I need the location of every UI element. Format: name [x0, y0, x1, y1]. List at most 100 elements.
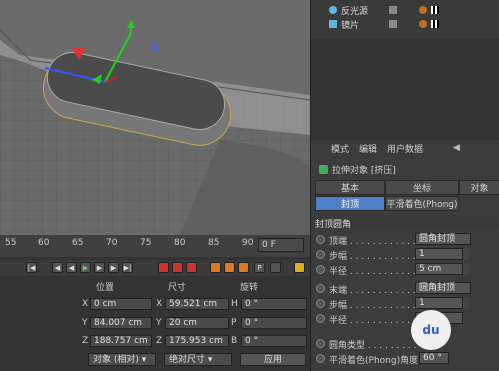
menu-edit[interactable]: 编辑	[359, 142, 377, 155]
object-name: 镜片	[341, 20, 360, 31]
scale-key-icon[interactable]	[224, 262, 235, 273]
goto-end-icon[interactable]: ▶|	[122, 262, 133, 273]
tab-phong[interactable]: 平滑着色(Phong)	[385, 196, 459, 211]
rotate-key-icon[interactable]	[238, 262, 249, 273]
prev-frame-icon[interactable]: ◀	[66, 262, 77, 273]
animate-radio[interactable]	[316, 299, 325, 308]
frame-field[interactable]: 0 F	[258, 238, 304, 252]
object-name: 反光源	[341, 6, 369, 17]
material-icon[interactable]	[419, 6, 427, 14]
tick-label: 60	[38, 238, 50, 248]
param-fillet-type: 圆角类型 . . . . . . . . .	[311, 337, 499, 351]
animate-radio[interactable]	[316, 314, 325, 323]
param-field[interactable]: 1	[415, 248, 463, 260]
position-z-field[interactable]: 188.757 cm	[90, 335, 152, 347]
back-arrow-icon[interactable]: ◀	[453, 143, 460, 153]
tab-caps[interactable]: 封顶	[315, 196, 385, 211]
viewport-scene: A	[0, 0, 310, 235]
animate-radio[interactable]	[316, 235, 325, 244]
param-steps: 步幅 . . . . . . . . . . . . 1	[311, 248, 499, 262]
prev-key-icon[interactable]: ◀	[52, 262, 63, 273]
attribute-menubar: 模式 编辑 用户数据 ◀	[311, 140, 499, 156]
animate-radio[interactable]	[316, 339, 325, 348]
watermark-text: du	[422, 323, 440, 337]
apply-button[interactable]: 应用	[240, 353, 306, 366]
tick-label: 90	[242, 238, 254, 248]
animate-radio[interactable]	[316, 250, 325, 259]
param-top: 顶端 . . . . . . . . . . . . 圆角封顶	[311, 233, 499, 247]
timeline-menu-icon[interactable]	[294, 262, 305, 273]
texture-tag-icon[interactable]	[431, 20, 439, 28]
axis-label: H	[231, 299, 238, 309]
param-dropdown[interactable]: 圆角封顶	[415, 233, 471, 245]
size-mode-dropdown[interactable]: 绝对尺寸 ▾	[164, 353, 232, 366]
size-z-field[interactable]: 175.953 cm	[165, 335, 229, 347]
param-radius: 半径 . . . . . . . . . . . . 5 cm	[311, 263, 499, 277]
param-field[interactable]: 5 cm	[415, 263, 463, 275]
svg-text:A: A	[150, 40, 160, 56]
animate-radio[interactable]	[316, 284, 325, 293]
param-key-icon[interactable]: P	[254, 262, 265, 273]
animate-radio[interactable]	[316, 265, 325, 274]
object-row[interactable]: 反光源	[311, 4, 499, 17]
object-title: 拉伸对象 [挤压]	[332, 165, 396, 176]
spinner[interactable]	[463, 263, 469, 275]
attribute-manager: 模式 编辑 用户数据 ◀ 拉伸对象 [挤压] 基本 坐标 对象 封顶 平滑着色(…	[311, 140, 499, 371]
material-icon[interactable]	[419, 20, 427, 28]
param-dropdown[interactable]: 圆角封顶	[415, 282, 471, 294]
grid-key-icon[interactable]	[270, 262, 281, 273]
play-icon[interactable]: ▶	[80, 262, 91, 273]
tick-label: 70	[106, 238, 118, 248]
axis-label: B	[231, 336, 238, 346]
tab-object[interactable]: 对象	[459, 180, 499, 195]
param-phong-angle: 平滑着色(Phong)角度 60 °	[311, 352, 499, 366]
tab-label: 平滑着色(Phong)	[386, 200, 458, 210]
spinner[interactable]	[463, 297, 469, 309]
record-icon[interactable]	[158, 262, 169, 273]
move-key-icon[interactable]	[210, 262, 221, 273]
axis-label: X	[156, 299, 163, 309]
size-header: 尺寸	[168, 283, 187, 293]
axis-label: X	[82, 299, 89, 309]
next-key-icon[interactable]: ▶	[108, 262, 119, 273]
param-field[interactable]: 1	[415, 297, 463, 309]
goto-start-icon[interactable]: |◀	[26, 262, 37, 273]
size-y-field[interactable]: 20 cm	[165, 317, 229, 329]
position-y-field[interactable]: 84.007 cm	[90, 317, 152, 329]
next-frame-icon[interactable]: ▶	[94, 262, 105, 273]
3d-viewport[interactable]: A	[0, 0, 310, 235]
coord-row-z: Z 188.757 cm Z 175.953 cm B 0 °	[80, 335, 310, 349]
param-field[interactable]: 60 °	[419, 352, 449, 364]
visibility-icon[interactable]	[389, 20, 397, 28]
rotation-b-field[interactable]: 0 °	[241, 335, 307, 347]
autokey-icon[interactable]	[172, 262, 183, 273]
timeline-ruler[interactable]: 55 60 65 70 75 80 85 90 0 F	[0, 235, 310, 257]
visibility-icon[interactable]	[389, 6, 397, 14]
coord-mode-dropdown[interactable]: 对象 (相对) ▾	[88, 353, 156, 366]
object-row[interactable]: 镜片	[311, 18, 499, 31]
rotation-p-field[interactable]: 0 °	[241, 317, 307, 329]
param-label: 半径 . . . . . . . . . . . .	[329, 267, 416, 277]
param-radius-end: 半径 . . . . . . . . . . . .	[311, 312, 499, 326]
axis-label: P	[231, 318, 237, 328]
tab-coord[interactable]: 坐标	[385, 180, 459, 195]
animate-radio[interactable]	[316, 354, 325, 363]
tab-label: 对象	[470, 184, 489, 194]
coord-row-y: Y 84.007 cm Y 20 cm P 0 °	[80, 317, 310, 331]
position-header: 位置	[96, 283, 115, 293]
size-x-field[interactable]: 59.521 cm	[165, 298, 229, 310]
param-steps-end: 步幅 . . . . . . . . . . . . 1	[311, 297, 499, 311]
coord-row-x: X 0 cm X 59.521 cm H 0 °	[80, 298, 310, 312]
tab-basic[interactable]: 基本	[315, 180, 385, 195]
tick-label: 55	[5, 238, 17, 248]
param-label: 平滑着色(Phong)角度	[329, 356, 419, 366]
texture-tag-icon[interactable]	[431, 6, 439, 14]
menu-mode[interactable]: 模式	[331, 142, 349, 155]
rotation-h-field[interactable]: 0 °	[241, 298, 307, 310]
tick-label: 85	[208, 238, 220, 248]
mesh-icon	[329, 20, 337, 28]
position-x-field[interactable]: 0 cm	[90, 298, 152, 310]
keyframe-icon[interactable]	[186, 262, 197, 273]
spinner[interactable]	[463, 248, 469, 260]
menu-userdata[interactable]: 用户数据	[387, 142, 423, 155]
